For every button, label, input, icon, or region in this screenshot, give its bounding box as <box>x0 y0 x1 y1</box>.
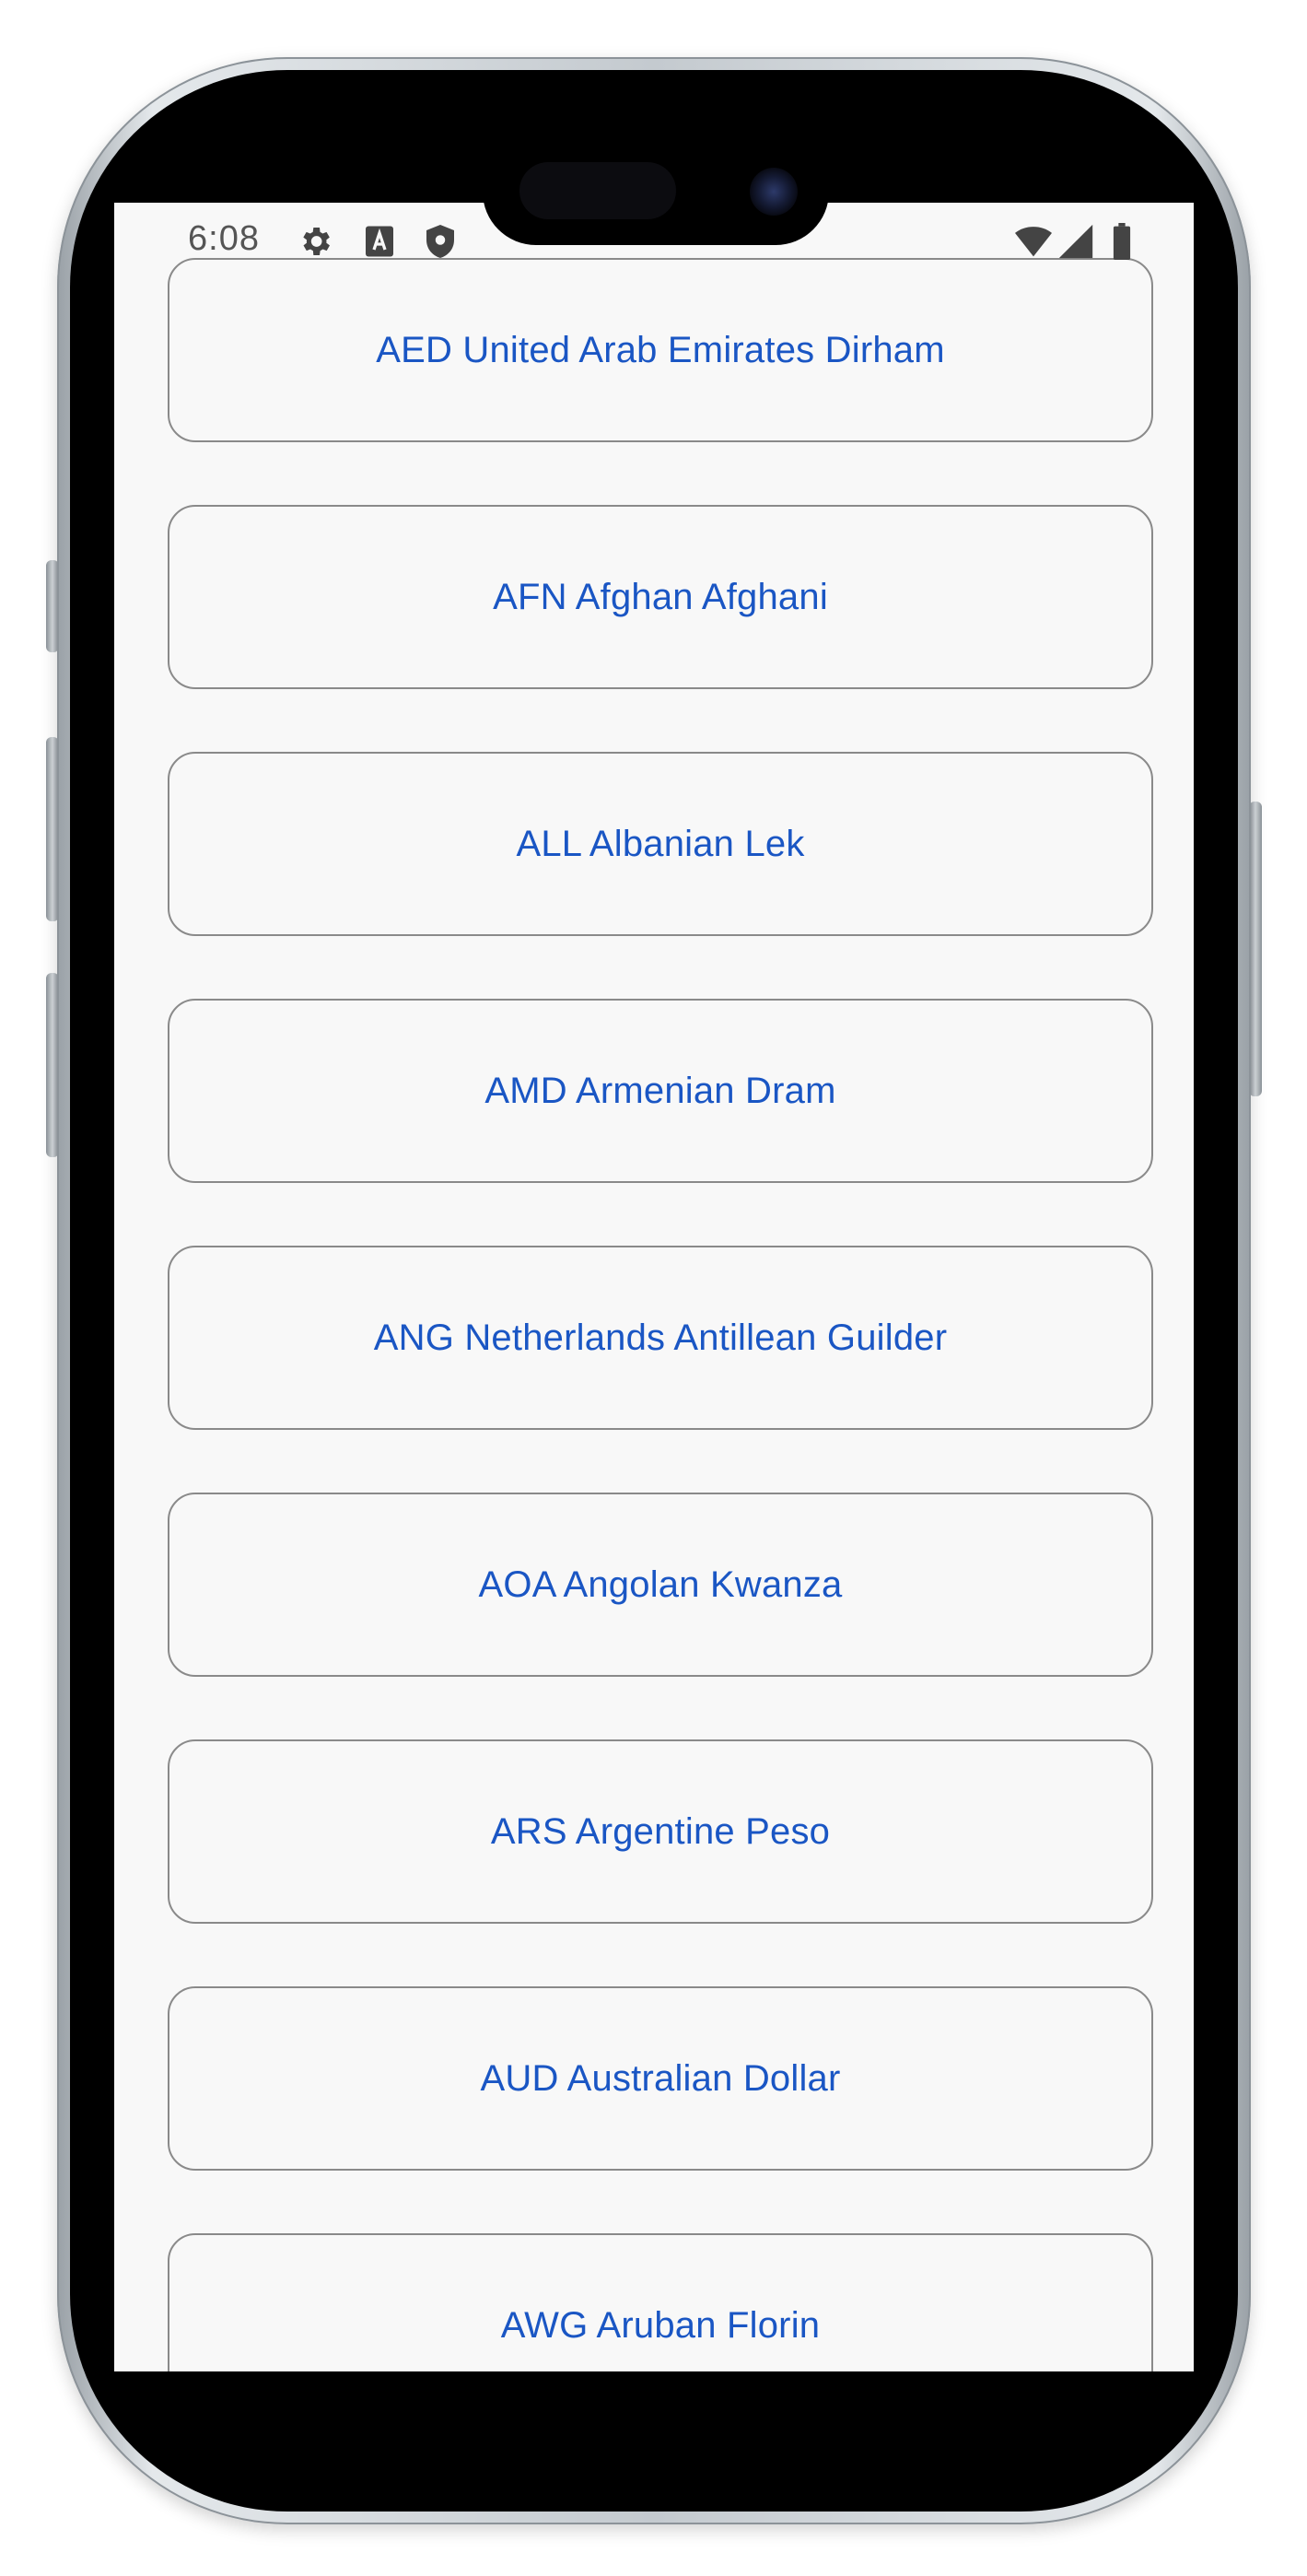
currency-label: AOA Angolan Kwanza <box>478 1563 843 1605</box>
currency-label: ARS Argentine Peso <box>490 1810 831 1852</box>
a-box-icon <box>366 226 393 257</box>
currency-item-aud[interactable]: AUD Australian Dollar <box>168 1986 1153 2171</box>
currency-label: ALL Albanian Lek <box>516 823 805 864</box>
app-screen: 6:08 AED United Arab Emirates Dirham AFN… <box>114 203 1194 2371</box>
currency-label: AFN Afghan Afghani <box>493 576 828 617</box>
face-id-sensor <box>519 162 676 219</box>
currency-item-ars[interactable]: ARS Argentine Peso <box>168 1739 1153 1924</box>
dynamic-island <box>483 138 829 245</box>
currency-item-aed[interactable]: AED United Arab Emirates Dirham <box>168 258 1153 442</box>
currency-item-afn[interactable]: AFN Afghan Afghani <box>168 505 1153 689</box>
signal-icon <box>1058 224 1093 259</box>
gear-icon <box>303 228 330 255</box>
currency-item-aoa[interactable]: AOA Angolan Kwanza <box>168 1493 1153 1677</box>
status-time: 6:08 <box>188 219 260 258</box>
currency-item-all[interactable]: ALL Albanian Lek <box>168 752 1153 936</box>
front-camera-icon <box>750 168 798 216</box>
currency-label: ANG Netherlands Antillean Guilder <box>373 1317 948 1358</box>
currency-label: AUD Australian Dollar <box>480 2057 841 2099</box>
battery-icon <box>1113 223 1131 260</box>
currency-label: AED United Arab Emirates Dirham <box>376 329 945 370</box>
currency-item-ang[interactable]: ANG Netherlands Antillean Guilder <box>168 1246 1153 1430</box>
currency-label: AWG Aruban Florin <box>500 2304 821 2346</box>
power-button <box>1249 802 1262 1096</box>
device-stage: 6:08 AED United Arab Emirates Dirham AFN… <box>0 0 1307 2576</box>
wifi-icon <box>1015 227 1052 257</box>
currency-item-awg[interactable]: AWG Aruban Florin <box>168 2233 1153 2371</box>
currency-item-amd[interactable]: AMD Armenian Dram <box>168 999 1153 1183</box>
shield-icon <box>426 225 454 258</box>
currency-label: AMD Armenian Dram <box>484 1070 836 1111</box>
